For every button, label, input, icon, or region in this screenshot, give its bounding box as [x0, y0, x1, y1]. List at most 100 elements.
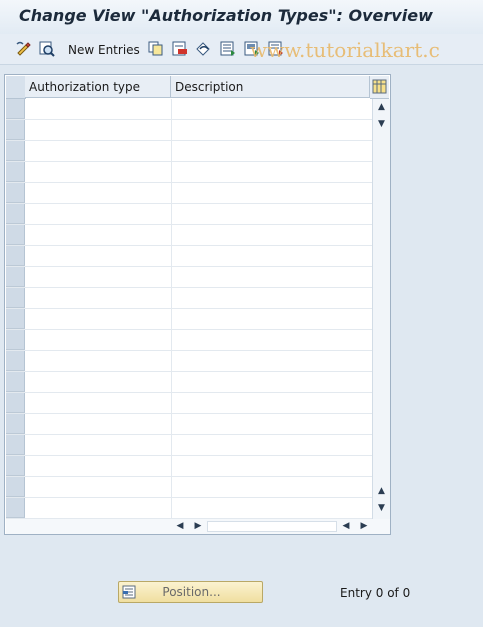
copy-as-icon[interactable]	[147, 40, 164, 57]
row-selector[interactable]	[6, 351, 25, 371]
row-selector[interactable]	[6, 477, 25, 497]
cell-description[interactable]	[171, 288, 372, 308]
cell-authorization-type[interactable]	[25, 120, 172, 140]
cell-description[interactable]	[171, 435, 372, 455]
cell-authorization-type[interactable]	[25, 162, 172, 182]
cell-authorization-type[interactable]	[25, 246, 172, 266]
cell-authorization-type[interactable]	[25, 393, 172, 413]
cell-description[interactable]	[171, 456, 372, 476]
table-row	[6, 288, 372, 309]
scroll-right-end-icon[interactable]: ▶	[358, 519, 370, 534]
cell-description[interactable]	[171, 351, 372, 371]
cell-authorization-type[interactable]	[25, 351, 172, 371]
row-selector[interactable]	[6, 414, 25, 434]
table-rows	[6, 99, 372, 519]
table-row	[6, 267, 372, 288]
cell-description[interactable]	[171, 498, 372, 518]
cell-description[interactable]	[171, 372, 372, 392]
cell-authorization-type[interactable]	[25, 309, 172, 329]
cell-description[interactable]	[171, 393, 372, 413]
delete-icon[interactable]	[171, 40, 188, 57]
row-selector[interactable]	[6, 204, 25, 224]
select-all-rows-button[interactable]	[6, 76, 26, 99]
cell-authorization-type[interactable]	[25, 477, 172, 497]
cell-authorization-type[interactable]	[25, 204, 172, 224]
table-row	[6, 120, 372, 141]
row-selector[interactable]	[6, 267, 25, 287]
row-selector[interactable]	[6, 141, 25, 161]
cell-authorization-type[interactable]	[25, 267, 172, 287]
scroll-right-icon[interactable]: ▶	[192, 519, 204, 534]
cell-authorization-type[interactable]	[25, 225, 172, 245]
cell-description[interactable]	[171, 309, 372, 329]
cell-description[interactable]	[171, 225, 372, 245]
cell-authorization-type[interactable]	[25, 456, 172, 476]
row-selector[interactable]	[6, 372, 25, 392]
cell-description[interactable]	[171, 99, 372, 119]
cell-authorization-type[interactable]	[25, 141, 172, 161]
cell-authorization-type[interactable]	[25, 498, 172, 518]
cell-authorization-type[interactable]	[25, 288, 172, 308]
row-selector[interactable]	[6, 225, 25, 245]
cell-description[interactable]	[171, 141, 372, 161]
cell-authorization-type[interactable]	[25, 372, 172, 392]
cell-description[interactable]	[171, 120, 372, 140]
table-row	[6, 225, 372, 246]
cell-description[interactable]	[171, 183, 372, 203]
entry-counter: Entry 0 of 0	[340, 586, 411, 600]
row-selector[interactable]	[6, 498, 25, 518]
row-selector[interactable]	[6, 246, 25, 266]
table-row	[6, 141, 372, 162]
scroll-left-end-icon[interactable]: ◀	[340, 519, 352, 534]
table-row	[6, 393, 372, 414]
scroll-down-icon[interactable]: ▼	[373, 116, 390, 132]
cell-description[interactable]	[171, 267, 372, 287]
row-selector[interactable]	[6, 393, 25, 413]
table-row	[6, 309, 372, 330]
page-title: Change View "Authorization Types": Overv…	[19, 6, 433, 25]
cell-description[interactable]	[171, 162, 372, 182]
table-settings-icon	[372, 79, 387, 94]
scroll-up-icon[interactable]: ▲	[373, 99, 390, 115]
row-selector[interactable]	[6, 183, 25, 203]
table-settings-button[interactable]	[370, 76, 389, 99]
cell-description[interactable]	[171, 246, 372, 266]
position-button-label: Position...	[162, 585, 221, 599]
details-icon[interactable]	[38, 40, 55, 57]
table-row	[6, 204, 372, 225]
row-selector[interactable]	[6, 330, 25, 350]
cell-description[interactable]	[171, 330, 372, 350]
new-entries-button[interactable]: New Entries	[68, 43, 140, 57]
row-selector[interactable]	[6, 456, 25, 476]
table-row	[6, 456, 372, 477]
cell-authorization-type[interactable]	[25, 183, 172, 203]
vertical-scrollbar[interactable]: ▲ ▼ ▲ ▼	[372, 99, 390, 519]
cell-description[interactable]	[171, 204, 372, 224]
cell-authorization-type[interactable]	[25, 330, 172, 350]
horizontal-scroll-track[interactable]	[207, 521, 337, 532]
title-bar: Change View "Authorization Types": Overv…	[0, 0, 483, 34]
scroll-page-down-icon[interactable]: ▼	[373, 500, 390, 516]
row-selector[interactable]	[6, 120, 25, 140]
cell-authorization-type[interactable]	[25, 99, 172, 119]
row-selector[interactable]	[6, 435, 25, 455]
cell-description[interactable]	[171, 414, 372, 434]
row-selector[interactable]	[6, 288, 25, 308]
scroll-left-icon[interactable]: ◀	[174, 519, 186, 534]
table-row	[6, 330, 372, 351]
row-selector[interactable]	[6, 162, 25, 182]
column-header-authorization-type[interactable]: Authorization type	[25, 76, 171, 98]
scroll-page-up-icon[interactable]: ▲	[373, 483, 390, 499]
row-selector[interactable]	[6, 309, 25, 329]
display-change-icon[interactable]	[15, 40, 32, 57]
row-selector[interactable]	[6, 99, 25, 119]
select-all-icon[interactable]	[219, 40, 236, 57]
column-header-description[interactable]: Description	[171, 76, 370, 98]
horizontal-scrollbars: ◀ ▶ ◀ ▶	[6, 519, 390, 534]
cell-authorization-type[interactable]	[25, 414, 172, 434]
table-row	[6, 183, 372, 204]
position-button[interactable]: Position...	[118, 581, 263, 603]
undo-change-icon[interactable]	[195, 40, 212, 57]
cell-description[interactable]	[171, 477, 372, 497]
cell-authorization-type[interactable]	[25, 435, 172, 455]
